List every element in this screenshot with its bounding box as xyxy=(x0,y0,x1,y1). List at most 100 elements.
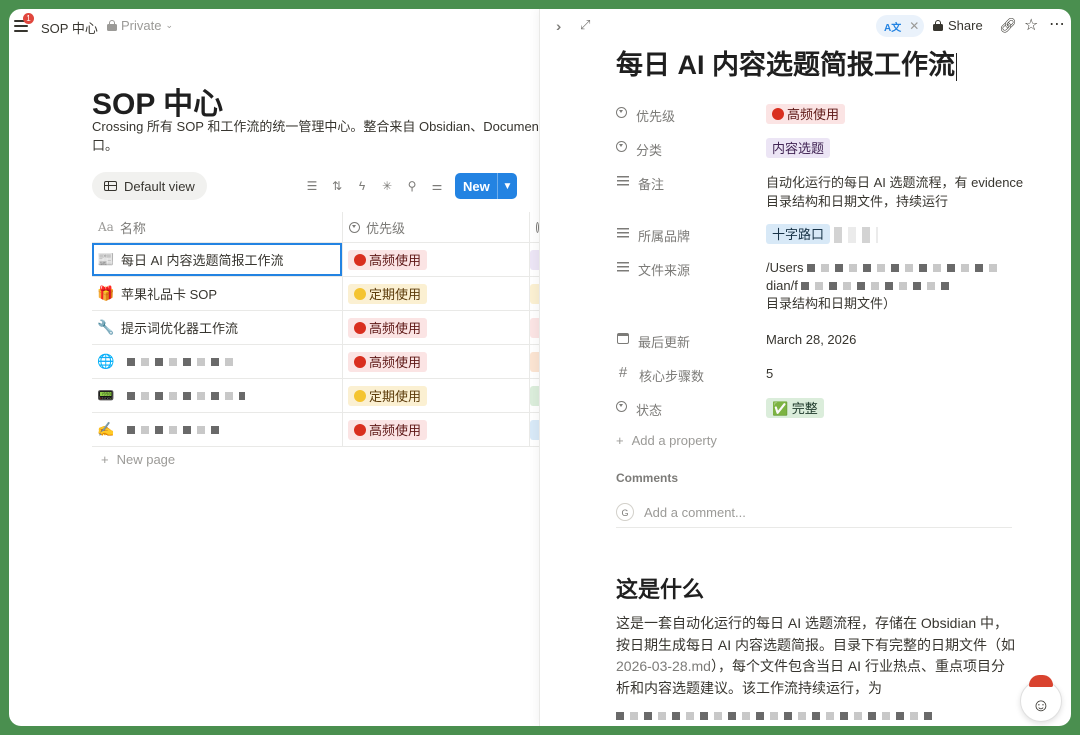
translate-chip[interactable]: A文 ✕ xyxy=(876,15,924,37)
red-circle-icon xyxy=(354,253,366,266)
chevron-down-icon: ⌄ xyxy=(165,20,174,30)
property-steps[interactable]: # 核心步骤数 5 xyxy=(616,362,1036,385)
name-cell[interactable]: 🎁 苹果礼品卡 SOP xyxy=(92,277,343,310)
view-toolbar: Default view ☰ ⇅ ϟ ✳ ⚲ ⚌ New ▼ xyxy=(92,172,532,200)
select-property-icon xyxy=(616,401,627,412)
table-row[interactable]: 📟 定期使用 xyxy=(92,379,539,413)
table-row[interactable]: 🔧 提示词优化器工作流 高频使用 xyxy=(92,311,539,345)
name-cell[interactable]: 🔧 提示词优化器工作流 xyxy=(92,311,343,344)
property-source[interactable]: 文件来源 /Users dian/f 目录结构和日期文件） xyxy=(616,256,1036,313)
search-icon[interactable]: ⚲ xyxy=(404,178,420,194)
star-icon[interactable]: ☆ xyxy=(1024,15,1038,35)
clipped-cell[interactable] xyxy=(530,243,539,276)
table-row[interactable]: 🎁 苹果礼品卡 SOP 定期使用 xyxy=(92,277,539,311)
peek-topbar: ›› ⤢ A文 ✕ Share 🔗︎ ☆ ⋯ xyxy=(540,9,1071,43)
add-property-button[interactable]: + Add a property xyxy=(616,433,717,448)
close-peek-icon[interactable]: ›› xyxy=(556,18,563,34)
expand-icon[interactable]: ⤢ xyxy=(580,17,590,33)
priority-tag[interactable]: 高频使用 xyxy=(766,104,846,124)
database-pane: 1 SOP 中心 Private ⌄ SOP 中心 Crossing 所有 SO… xyxy=(9,9,539,726)
column-header-clipped[interactable] xyxy=(530,212,539,242)
comment-input[interactable]: Add a comment... xyxy=(644,505,746,520)
new-page-button[interactable]: + New page xyxy=(101,452,175,467)
tag-label: 高频使用 xyxy=(369,423,422,438)
tag-label: 高频使用 xyxy=(369,253,422,268)
page-description: Crossing 所有 SOP 和工作流的统一管理中心。整合来自 Obsidia… xyxy=(92,119,539,153)
chevron-down-icon[interactable]: ▼ xyxy=(498,181,517,192)
property-category[interactable]: 分类 内容选题 xyxy=(616,136,1036,159)
table-row[interactable]: 🌐 高频使用 xyxy=(92,345,539,379)
priority-cell[interactable]: 高频使用 xyxy=(343,345,530,378)
settings-sliders-icon[interactable]: ⚌ xyxy=(429,178,445,194)
name-cell[interactable]: 📰 每日 AI 内容选题简报工作流 xyxy=(92,243,343,276)
steps-value[interactable]: 5 xyxy=(766,362,1036,385)
table-row[interactable]: 📰 每日 AI 内容选题简报工作流 高频使用 xyxy=(92,243,539,277)
left-topbar: 1 SOP 中心 Private ⌄ xyxy=(9,9,539,43)
property-label: 备注 xyxy=(638,177,665,192)
name-cell[interactable]: 🌐 xyxy=(92,345,343,378)
share-button[interactable]: Share xyxy=(933,18,983,33)
priority-tag: 定期使用 xyxy=(348,385,428,406)
clipped-cell[interactable] xyxy=(530,311,539,344)
body-paragraph[interactable]: 这是一套自动化运行的每日 AI 选题流程，存储在 Obsidian 中，按日期生… xyxy=(616,613,1016,726)
ai-sparkle-icon[interactable]: ✳ xyxy=(379,178,395,194)
inline-code: 2026-03-28.md xyxy=(616,658,711,674)
redacted-text xyxy=(801,282,952,290)
priority-cell[interactable]: 高频使用 xyxy=(343,413,530,446)
clipped-cell[interactable] xyxy=(530,345,539,378)
clipped-cell[interactable] xyxy=(530,413,539,446)
category-tag[interactable]: 内容选题 xyxy=(766,138,831,158)
plus-icon: + xyxy=(616,433,624,448)
name-cell[interactable]: 📟 xyxy=(92,379,343,412)
brand-tag[interactable]: 十字路口 xyxy=(766,224,831,244)
tag-label: 高频使用 xyxy=(369,321,422,336)
filter-icon[interactable]: ☰ xyxy=(304,178,320,194)
source-path-text: dian/f xyxy=(766,278,798,293)
comment-composer[interactable]: G Add a comment... xyxy=(616,497,1012,528)
column-header-name[interactable]: Aa 名称 xyxy=(92,212,343,242)
property-priority[interactable]: 优先级 高频使用 xyxy=(616,102,1036,125)
name-cell[interactable]: ✍️ xyxy=(92,413,343,446)
clipped-tag xyxy=(530,385,539,406)
text-property-icon: Aa xyxy=(98,220,114,234)
red-circle-icon xyxy=(354,321,366,334)
property-label: 状态 xyxy=(636,403,663,418)
document-title[interactable]: 每日 AI 内容选题简报工作流 xyxy=(616,43,958,82)
property-brand[interactable]: 所属品牌 十字路口 xyxy=(616,222,1036,245)
priority-cell[interactable]: 高频使用 xyxy=(343,243,530,276)
status-tag[interactable]: ✅ 完整 xyxy=(766,398,824,418)
property-updated[interactable]: 最后更新 March 28, 2026 xyxy=(616,328,1036,351)
new-button-label: New xyxy=(463,178,490,194)
note-value[interactable]: 自动化运行的每日 AI 选题流程，有 evidence 目录结构和日期文件，持续… xyxy=(766,170,1036,211)
column-header-priority[interactable]: 优先级 xyxy=(343,212,530,242)
priority-cell[interactable]: 高频使用 xyxy=(343,311,530,344)
privacy-dropdown[interactable]: Private ⌄ xyxy=(107,18,173,33)
mascot-icon: ☺ xyxy=(1031,695,1051,715)
sort-icon[interactable]: ⇅ xyxy=(329,178,345,194)
automation-icon[interactable]: ϟ xyxy=(354,178,370,194)
property-note[interactable]: 备注 自动化运行的每日 AI 选题流程，有 evidence 目录结构和日期文件… xyxy=(616,170,1036,211)
clipped-tag xyxy=(530,351,539,372)
close-icon[interactable]: ✕ xyxy=(909,19,919,33)
redacted-text xyxy=(807,264,998,272)
number-icon: # xyxy=(618,364,628,381)
clipped-cell[interactable] xyxy=(530,277,539,310)
clipped-cell[interactable] xyxy=(530,379,539,412)
yellow-circle-icon xyxy=(354,287,366,300)
date-value[interactable]: March 28, 2026 xyxy=(766,328,1036,351)
column-label: 优先级 xyxy=(366,220,406,236)
tag-label: 高频使用 xyxy=(787,106,840,122)
select-property-icon xyxy=(616,141,627,152)
priority-cell[interactable]: 定期使用 xyxy=(343,277,530,310)
link-icon[interactable]: 🔗︎ xyxy=(999,17,1017,34)
help-mascot-button[interactable]: ☺ xyxy=(1020,675,1062,722)
breadcrumb-title[interactable]: SOP 中心 xyxy=(41,18,98,37)
more-icon[interactable]: ⋯ xyxy=(1049,14,1066,34)
property-status[interactable]: 状态 ✅ 完整 xyxy=(616,396,1036,419)
table-row[interactable]: ✍️ 高频使用 xyxy=(92,413,539,447)
new-button[interactable]: New ▼ xyxy=(455,173,517,199)
tab-default-view[interactable]: Default view xyxy=(92,172,207,200)
priority-cell[interactable]: 定期使用 xyxy=(343,379,530,412)
view-tab-label: Default view xyxy=(124,178,195,194)
property-label: 文件来源 xyxy=(638,263,691,278)
